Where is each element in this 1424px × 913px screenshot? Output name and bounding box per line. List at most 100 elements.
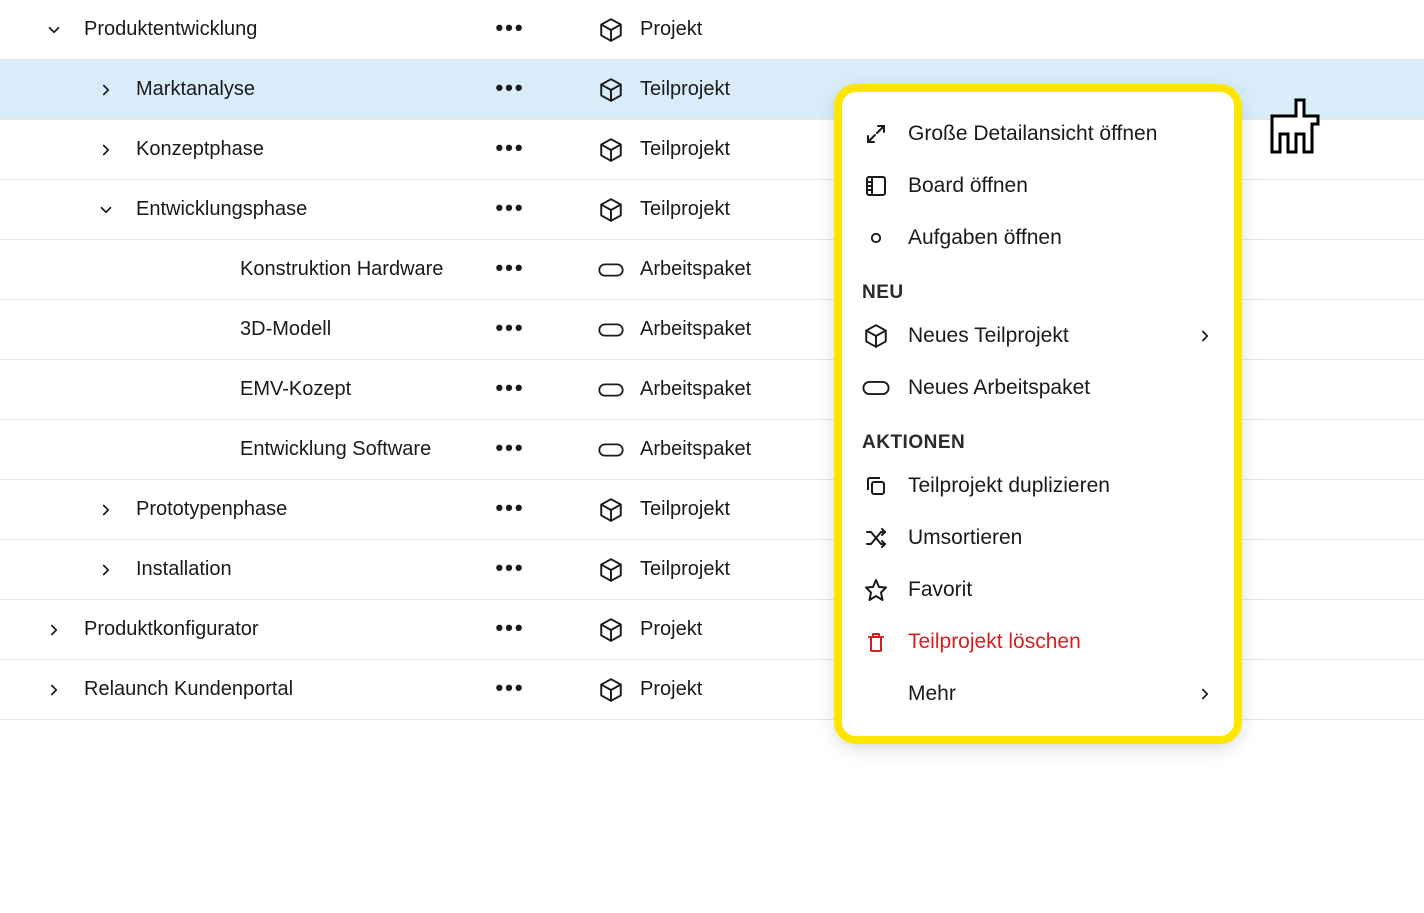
menu-item[interactable]: Neues Arbeitspaket (838, 362, 1238, 414)
row-type: Teilprojekt (598, 540, 730, 599)
more-actions-button[interactable]: ••• (489, 612, 530, 647)
row-name[interactable]: Konstruktion Hardware (188, 258, 608, 281)
workpackage-icon (598, 377, 624, 403)
shuffle-icon (862, 524, 890, 552)
row-name[interactable]: Produktkonfigurator (84, 618, 504, 641)
more-actions-button[interactable]: ••• (489, 12, 530, 47)
workpackage-icon (598, 317, 624, 343)
row-type-label: Projekt (640, 618, 702, 641)
chevron-right-icon (1196, 685, 1214, 703)
menu-item-label: Umsortieren (908, 526, 1214, 550)
dots-horizontal-icon: ••• (495, 255, 524, 280)
menu-item-label: Favorit (908, 578, 1214, 602)
menu-item-label: Mehr (908, 682, 1178, 706)
menu-item[interactable]: Board öffnen (838, 160, 1238, 212)
menu-item[interactable]: Favorit (838, 564, 1238, 616)
cube-icon (598, 617, 624, 643)
menu-item-label: Aufgaben öffnen (908, 226, 1214, 250)
dots-horizontal-icon: ••• (495, 555, 524, 580)
dots-horizontal-icon: ••• (495, 15, 524, 40)
cube-icon (598, 77, 624, 103)
more-actions-button[interactable]: ••• (489, 372, 530, 407)
menu-item[interactable]: Umsortieren (838, 512, 1238, 564)
menu-item-label: Board öffnen (908, 174, 1214, 198)
cube-icon (598, 677, 624, 703)
no-icon (862, 680, 890, 708)
menu-item[interactable]: Teilprojekt duplizieren (838, 460, 1238, 512)
star-icon (862, 576, 890, 604)
menu-item[interactable]: Große Detailansicht öffnen (838, 108, 1238, 160)
chevron-right-icon[interactable] (24, 681, 84, 699)
more-actions-button[interactable]: ••• (489, 132, 530, 167)
more-actions-button[interactable]: ••• (489, 492, 530, 527)
row-type-label: Arbeitspaket (640, 438, 751, 461)
menu-section-header: NEU (838, 264, 1238, 310)
row-type: Teilprojekt (598, 60, 730, 119)
board-icon (862, 172, 890, 200)
row-type: Arbeitspaket (598, 300, 751, 359)
chevron-down-icon[interactable] (76, 201, 136, 219)
dots-horizontal-icon: ••• (495, 495, 524, 520)
dots-horizontal-icon: ••• (495, 435, 524, 460)
dots-horizontal-icon: ••• (495, 135, 524, 160)
cube-icon (598, 197, 624, 223)
more-actions-button[interactable]: ••• (489, 312, 530, 347)
more-actions-button[interactable]: ••• (489, 192, 530, 227)
menu-item[interactable]: Neues Teilprojekt (838, 310, 1238, 362)
row-name[interactable]: 3D-Modell (188, 318, 608, 341)
chevron-right-icon (1196, 327, 1214, 345)
row-type: Teilprojekt (598, 480, 730, 539)
dots-horizontal-icon: ••• (495, 375, 524, 400)
more-actions-button[interactable]: ••• (489, 672, 530, 707)
tree-row[interactable]: Produktentwicklung••• Projekt (0, 0, 1424, 60)
context-menu: Große Detailansicht öffnen Board öffnen Au… (838, 88, 1238, 740)
chevron-right-icon[interactable] (76, 81, 136, 99)
menu-item[interactable]: Mehr (838, 668, 1238, 720)
workpackage-icon (598, 257, 624, 283)
row-type-label: Arbeitspaket (640, 258, 751, 281)
circle-icon (862, 224, 890, 252)
dots-horizontal-icon: ••• (495, 675, 524, 700)
pill-icon (862, 374, 890, 402)
row-name[interactable]: EMV-Kozept (188, 378, 608, 401)
row-type-label: Teilprojekt (640, 198, 730, 221)
row-type-label: Projekt (640, 678, 702, 701)
row-type: Arbeitspaket (598, 240, 751, 299)
menu-item-label: Neues Arbeitspaket (908, 376, 1214, 400)
menu-item-label: Teilprojekt löschen (908, 630, 1214, 654)
row-type: Arbeitspaket (598, 420, 751, 479)
row-type: Projekt (598, 600, 702, 659)
row-type: Teilprojekt (598, 120, 730, 179)
row-type: Projekt (598, 660, 702, 719)
dots-horizontal-icon: ••• (495, 315, 524, 340)
row-name[interactable]: Produktentwicklung (84, 18, 504, 41)
chevron-right-icon[interactable] (76, 501, 136, 519)
row-type: Projekt (598, 0, 702, 59)
chevron-down-icon[interactable] (24, 21, 84, 39)
row-type-label: Teilprojekt (640, 138, 730, 161)
more-actions-button[interactable]: ••• (489, 432, 530, 467)
chevron-right-icon[interactable] (76, 141, 136, 159)
row-type-label: Teilprojekt (640, 558, 730, 581)
menu-item[interactable]: Teilprojekt löschen (838, 616, 1238, 668)
row-type-label: Teilprojekt (640, 78, 730, 101)
row-name[interactable]: Relaunch Kundenportal (84, 678, 504, 701)
cube-icon (598, 557, 624, 583)
row-name[interactable]: Entwicklung Software (188, 438, 608, 461)
row-type-label: Teilprojekt (640, 498, 730, 521)
chevron-right-icon[interactable] (24, 621, 84, 639)
menu-section-header: AKTIONEN (838, 414, 1238, 460)
more-actions-button[interactable]: ••• (489, 72, 530, 107)
more-actions-button[interactable]: ••• (489, 552, 530, 587)
chevron-right-icon[interactable] (76, 561, 136, 579)
expand-icon (862, 120, 890, 148)
workpackage-icon (598, 437, 624, 463)
more-actions-button[interactable]: ••• (489, 252, 530, 287)
menu-item-label: Neues Teilprojekt (908, 324, 1178, 348)
cube-icon (598, 17, 624, 43)
menu-item[interactable]: Aufgaben öffnen (838, 212, 1238, 264)
cube-icon (598, 137, 624, 163)
dots-horizontal-icon: ••• (495, 75, 524, 100)
menu-item-label: Große Detailansicht öffnen (908, 122, 1214, 146)
row-type-label: Arbeitspaket (640, 378, 751, 401)
